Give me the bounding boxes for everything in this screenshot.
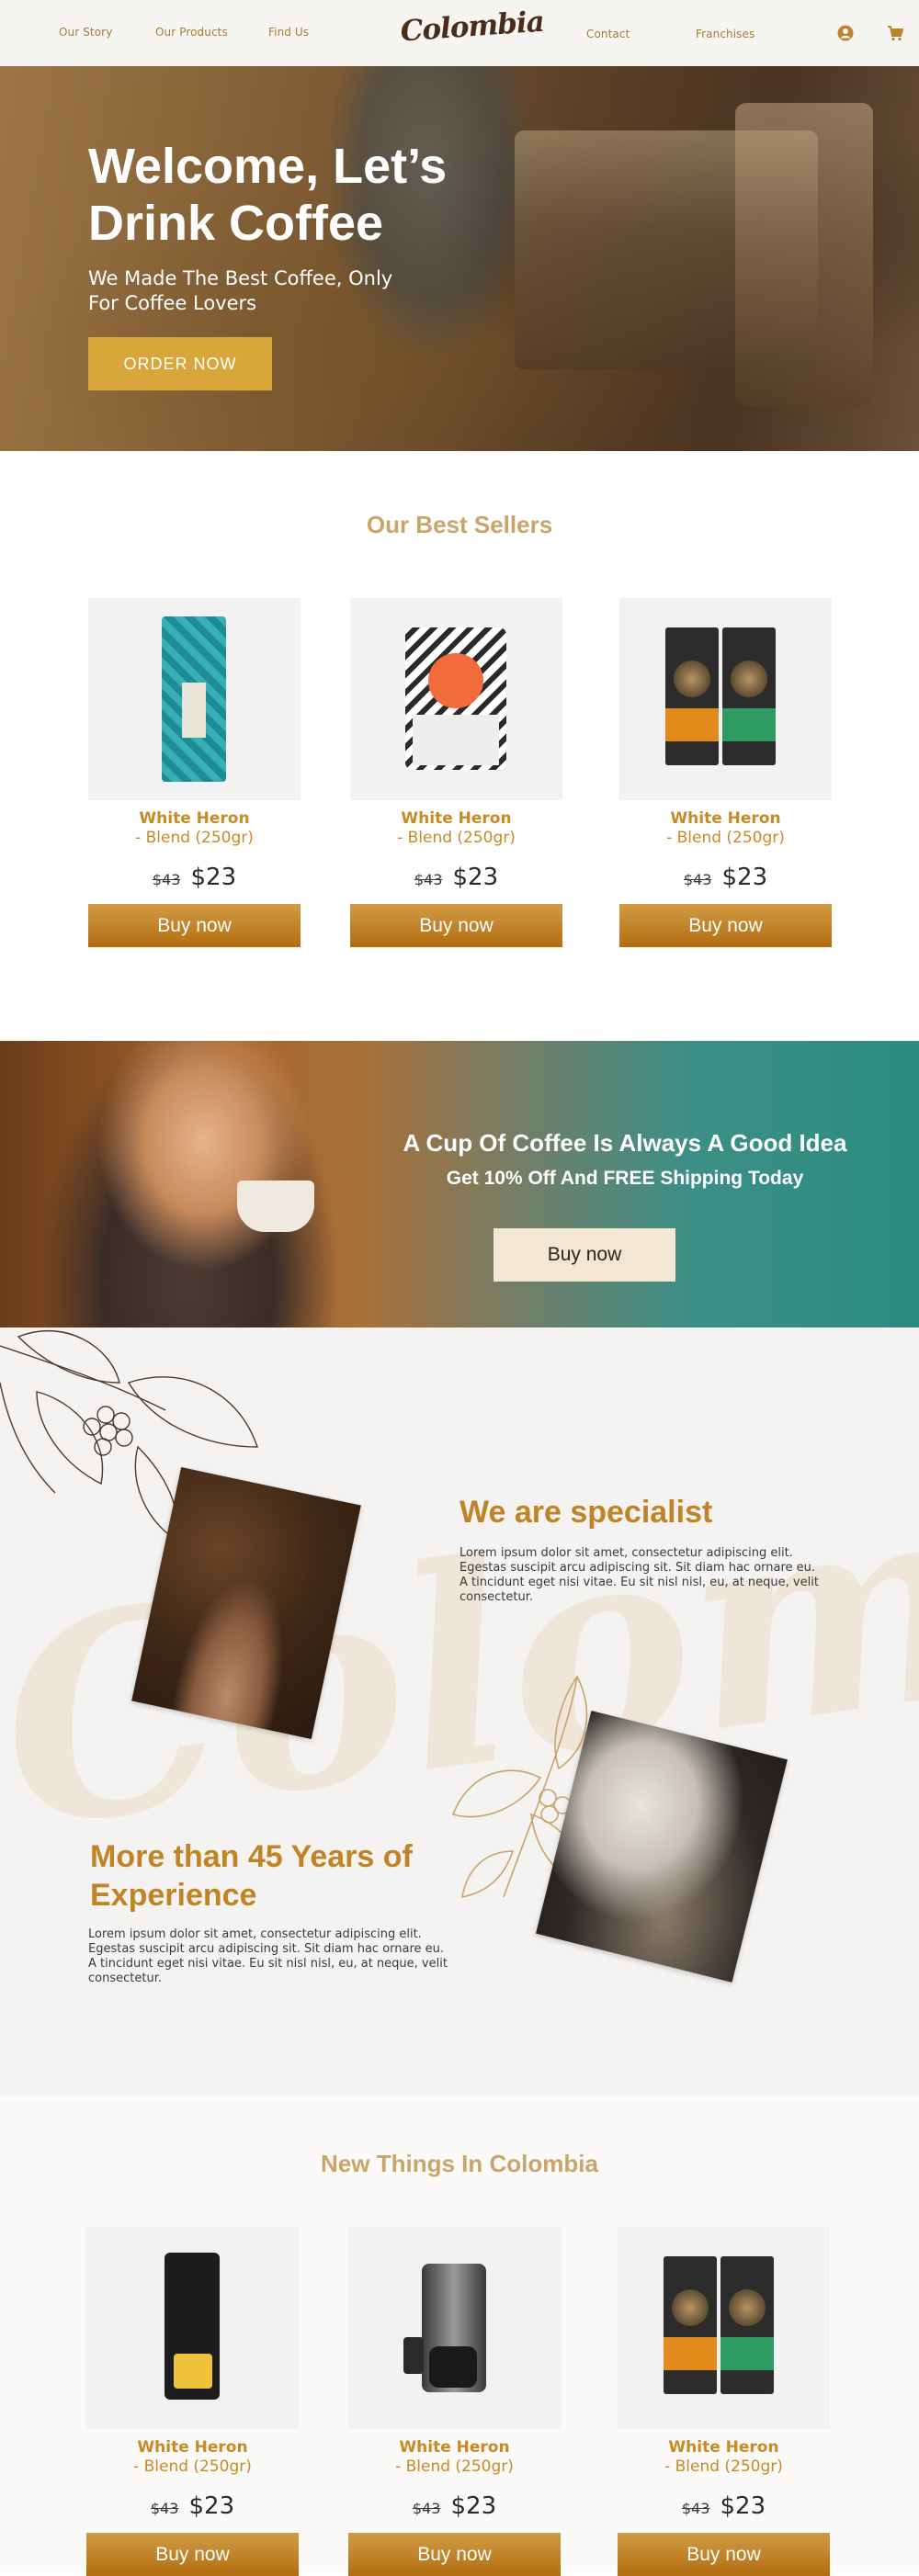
product-card: White Heron - Blend (250gr) $43 $23 Buy …	[348, 2227, 561, 2576]
coffee-bag-white	[405, 627, 506, 770]
product-description: - Blend (250gr)	[395, 2457, 514, 2476]
product-name: White Heron	[139, 809, 250, 828]
buy-now-button[interactable]: Buy now	[88, 904, 301, 947]
product-prices: $43 $23	[348, 2492, 561, 2520]
coffee-brewer-machine	[403, 2264, 505, 2397]
hero-title: Welcome, Let’s Drink Coffee	[88, 139, 448, 251]
nav-link-franchises[interactable]: Franchises	[696, 28, 754, 40]
promo-subtitle: Get 10% Off And FREE Shipping Today	[446, 1168, 804, 1189]
product-card: White Heron - Blend (250gr) $43 $23 Buy …	[350, 598, 562, 947]
product-description: - Blend (250gr)	[397, 829, 516, 847]
top-navigation: Our Story Our Products Find Us Colombia …	[0, 0, 919, 66]
product-description: - Blend (250gr)	[133, 2457, 252, 2476]
about-section: Colombia We are specialist Lorem ipsum d…	[0, 1328, 919, 2096]
product-name: White Heron	[668, 2438, 779, 2457]
product-price: $23	[190, 864, 237, 891]
product-name: White Heron	[670, 809, 781, 828]
product-price: $23	[450, 2492, 497, 2520]
product-price: $23	[188, 2492, 235, 2520]
promo-buy-now-button[interactable]: Buy now	[494, 1228, 675, 1282]
nav-link-our-products[interactable]: Our Products	[155, 26, 228, 39]
specialist-text: Lorem ipsum dolor sit amet, consectetur …	[460, 1546, 819, 1604]
product-old-price: $43	[414, 871, 443, 888]
product-prices: $43 $23	[618, 2492, 830, 2520]
single-serve-coffee-maker	[165, 2253, 220, 2400]
product-description: - Blend (250gr)	[664, 2457, 783, 2476]
product-old-price: $43	[152, 871, 181, 888]
product-image[interactable]	[618, 2227, 830, 2429]
product-image[interactable]	[619, 598, 832, 800]
experience-title: More than 45 Years of Experience	[90, 1839, 413, 1913]
product-old-price: $43	[681, 2500, 710, 2517]
coffee-bag-dark	[720, 2256, 774, 2394]
product-old-price: $43	[683, 871, 712, 888]
product-prices: $43 $23	[350, 864, 562, 891]
product-card: White Heron - Blend (250gr) $43 $23 Buy …	[88, 598, 301, 947]
specialist-title: We are specialist	[460, 1495, 713, 1530]
product-image[interactable]	[86, 2227, 299, 2429]
product-prices: $43 $23	[88, 864, 301, 891]
buy-now-button[interactable]: Buy now	[619, 904, 832, 947]
brand-logo[interactable]: Colombia	[400, 6, 545, 58]
product-prices: $43 $23	[619, 864, 832, 891]
coffee-bag-dark	[664, 2256, 717, 2394]
hero-background-grinder	[735, 103, 873, 406]
best-sellers-title: Our Best Sellers	[366, 511, 553, 538]
hero-banner: Welcome, Let’s Drink Coffee We Made The …	[0, 66, 919, 451]
product-description: - Blend (250gr)	[135, 829, 254, 847]
buy-now-button[interactable]: Buy now	[348, 2533, 561, 2576]
hero-subtitle: We Made The Best Coffee, Only For Coffee…	[88, 267, 393, 314]
product-prices: $43 $23	[86, 2492, 299, 2520]
coffee-mug	[237, 1181, 314, 1232]
nav-link-our-story[interactable]: Our Story	[59, 26, 112, 39]
product-card: White Heron - Blend (250gr) $43 $23 Buy …	[619, 598, 832, 947]
buy-now-button[interactable]: Buy now	[86, 2533, 299, 2576]
product-description: - Blend (250gr)	[666, 829, 785, 847]
account-icon[interactable]	[837, 25, 854, 41]
product-price: $23	[720, 2492, 766, 2520]
product-image[interactable]	[350, 598, 562, 800]
promo-banner: A Cup Of Coffee Is Always A Good Idea Ge…	[0, 1041, 919, 1328]
product-card: White Heron - Blend (250gr) $43 $23 Buy …	[86, 2227, 299, 2576]
order-now-button[interactable]: ORDER NOW	[88, 337, 272, 390]
new-things-title: New Things In Colombia	[321, 2150, 598, 2177]
nav-link-contact[interactable]: Contact	[586, 28, 630, 40]
coffee-bag-dark	[665, 627, 719, 765]
buy-now-button[interactable]: Buy now	[350, 904, 562, 947]
product-name: White Heron	[137, 2438, 248, 2457]
buy-now-button[interactable]: Buy now	[618, 2533, 830, 2576]
product-name: White Heron	[401, 809, 512, 828]
experience-text: Lorem ipsum dolor sit amet, consectetur …	[88, 1927, 448, 1985]
product-old-price: $43	[150, 2500, 179, 2517]
promo-title: A Cup Of Coffee Is Always A Good Idea	[403, 1129, 847, 1157]
product-price: $23	[721, 864, 768, 891]
coffee-bag-dark	[722, 627, 776, 765]
product-card: White Heron - Blend (250gr) $43 $23 Buy …	[618, 2227, 830, 2576]
product-image[interactable]	[88, 598, 301, 800]
product-name: White Heron	[399, 2438, 510, 2457]
product-image[interactable]	[348, 2227, 561, 2429]
nav-link-find-us[interactable]: Find Us	[268, 26, 309, 39]
product-old-price: $43	[412, 2500, 441, 2517]
product-price: $23	[452, 864, 499, 891]
coffee-bag-teal	[162, 616, 226, 782]
cart-icon[interactable]	[887, 25, 904, 41]
